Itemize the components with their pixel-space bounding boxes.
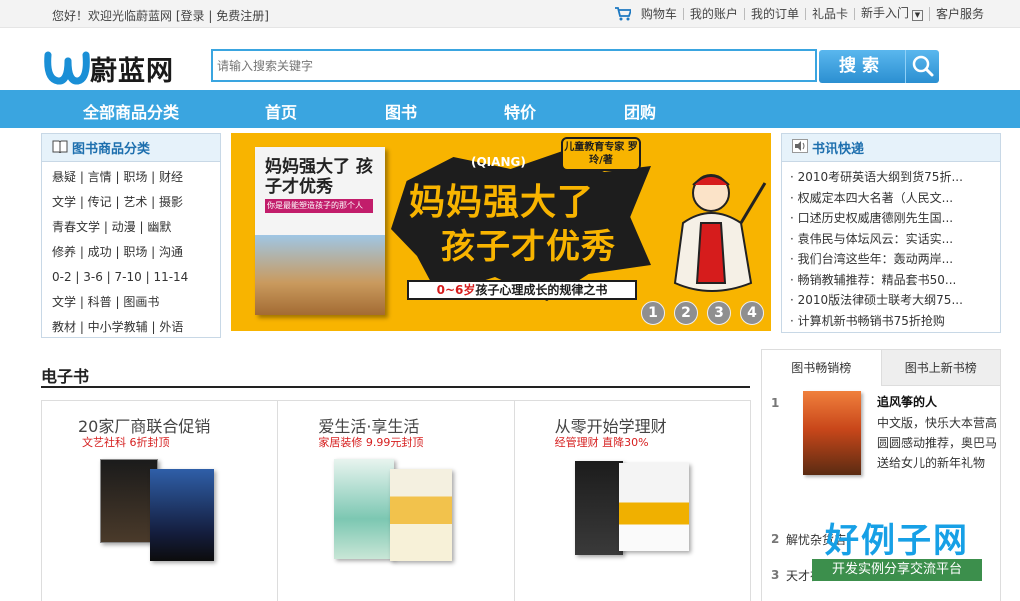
main-nav: 全部商品分类 首页 图书 特价 团购 — [0, 90, 1020, 128]
news-item[interactable]: · 权威定本四大名著（人民文... — [790, 188, 1000, 209]
site-logo[interactable]: 蔚蓝网 — [44, 48, 194, 88]
customer-service-link[interactable]: 客户服务 — [930, 8, 990, 20]
promo-book-cover — [390, 469, 453, 561]
rank-book-desc: 中文版，快乐大本营高圆圆感动推荐，奥巴马送给女儿的新年礼物 — [877, 416, 998, 470]
rank-number: 3 — [771, 568, 780, 582]
ebook-promo-card[interactable]: 20家厂商联合促销 文艺社科 6折封顶 — [42, 401, 279, 601]
my-orders-link[interactable]: 我的订单 — [745, 8, 806, 20]
panel-header: 图书商品分类 — [42, 134, 220, 162]
promo-book-cover — [150, 469, 214, 561]
search-box — [211, 49, 817, 82]
watermark-tagline: 开发实例分享交流平台 — [812, 559, 982, 581]
category-row[interactable]: 修养 | 成功 | 职场 | 沟通 — [42, 240, 220, 265]
banner-pager: 1 2 3 4 — [641, 301, 771, 325]
news-item[interactable]: · 计算机新书畅销书75折抢购 — [790, 311, 1000, 332]
banner-headline-1: 妈妈强大了 — [409, 182, 595, 223]
search-button[interactable]: 搜索 — [819, 50, 905, 83]
beginner-guide-link[interactable]: 新手入门 ▼ — [855, 7, 930, 21]
watermark-title: 好例子网 — [825, 521, 969, 561]
rank-tabs: 图书畅销榜 图书上新书榜 — [762, 350, 1000, 386]
news-item[interactable]: · 我们台湾这些年：轰动两岸... — [790, 249, 1000, 270]
panel-header: 书讯快递 — [782, 134, 1000, 162]
tab-bestsellers[interactable]: 图书畅销榜 — [762, 350, 882, 386]
category-row[interactable]: 文学 | 科普 | 图画书 — [42, 290, 220, 315]
news-panel: 书讯快递 · 2010考研英语大纲到货75折... · 权威定本四大名著（人民文… — [781, 133, 1001, 333]
welcome-text: 您好！欢迎光临蔚蓝网 — [52, 9, 173, 23]
category-row[interactable]: 青春文学 | 动漫 | 幽默 — [42, 215, 220, 240]
news-item[interactable]: · 口述历史权威唐德刚先生国... — [790, 208, 1000, 229]
register-link[interactable]: 免费注册] — [216, 9, 269, 23]
news-item[interactable]: · 畅销教辅推荐：精品套书50... — [790, 270, 1000, 291]
section-divider — [41, 386, 750, 388]
promo-subtitle: 文艺社科 6折封顶 — [82, 436, 170, 449]
category-row[interactable]: 0-2 | 3-6 | 7-10 | 11-14 — [42, 265, 220, 290]
rank-number: 1 — [771, 396, 780, 410]
cart-link[interactable]: 购物车 — [635, 8, 684, 20]
banner-cartoon-figure — [661, 163, 771, 303]
banner-pinyin: (QIANG) — [471, 155, 526, 169]
book-category-panel: 图书商品分类 悬疑 | 言情 | 职场 | 财经 文学 | 传记 | 艺术 | … — [41, 133, 221, 338]
nav-item-books[interactable]: 图书 — [385, 99, 417, 123]
all-categories-menu[interactable]: 全部商品分类 — [83, 99, 179, 123]
rank-number: 2 — [771, 532, 780, 546]
panel-title: 书讯快递 — [812, 142, 865, 157]
nav-item-specials[interactable]: 特价 — [504, 99, 536, 123]
banner-book-cover: 妈妈强大了 孩子才优秀 你是最能塑造孩子的那个人 — [255, 147, 385, 315]
promo-book-cover — [334, 459, 395, 559]
banner-tagline-age: 0~6岁 — [436, 283, 476, 297]
banner-author: 儿童教育专家 罗玲/著 — [561, 137, 641, 171]
logo-text: 蔚蓝网 — [90, 55, 174, 87]
my-account-link[interactable]: 我的账户 — [684, 8, 745, 20]
rank-book-cover[interactable] — [803, 391, 861, 475]
ebook-promo-card[interactable]: 从零开始学理财 经管理财 直降30% — [515, 401, 750, 601]
logo-mark-icon — [44, 49, 90, 87]
category-row[interactable]: 悬疑 | 言情 | 职场 | 财经 — [42, 165, 220, 190]
promo-banner[interactable]: 妈妈强大了 孩子才优秀 你是最能塑造孩子的那个人 (QIANG) 儿童教育专家 … — [231, 133, 771, 331]
promo-book-cover — [618, 463, 689, 551]
cart-icon[interactable] — [614, 7, 633, 21]
banner-tagline-text: 孩子心理成长的规律之书 — [475, 283, 608, 297]
gift-card-link[interactable]: 礼品卡 — [806, 8, 855, 20]
banner-book-title: 妈妈强大了 孩子才优秀 — [265, 157, 373, 197]
banner-dot-1[interactable]: 1 — [641, 301, 665, 325]
tab-new-books[interactable]: 图书上新书榜 — [881, 350, 1000, 386]
news-list: · 2010考研英语大纲到货75折... · 权威定本四大名著（人民文... ·… — [782, 162, 1000, 331]
watermark-logo: 好例子网 开发实例分享交流平台 — [812, 513, 982, 589]
news-item[interactable]: · 2010版法律硕士联考大纲75... — [790, 290, 1000, 311]
search-input[interactable] — [213, 51, 815, 80]
category-row[interactable]: 文学 | 传记 | 艺术 | 摄影 — [42, 190, 220, 215]
rank-book-title[interactable]: 追风筝的人 — [877, 393, 937, 410]
speaker-icon — [792, 139, 808, 156]
top-bar: 您好！欢迎光临蔚蓝网 [登录 | 免费注册] 购物车 我的账户 我的订单 礼品卡… — [0, 0, 1020, 28]
banner-headline-2: 孩子才优秀 — [441, 227, 616, 267]
banner-book-subtitle: 你是最能塑造孩子的那个人 — [265, 199, 373, 213]
banner-tagline: 0~6岁孩子心理成长的规律之书 — [407, 280, 637, 300]
chevron-down-icon[interactable]: ▼ — [911, 10, 923, 21]
ebook-section-title: 电子书 — [41, 367, 90, 386]
top-links: 购物车 我的账户 我的订单 礼品卡 新手入门 ▼ 客户服务 — [614, 7, 990, 21]
login-link[interactable]: [登录 — [176, 9, 205, 23]
nav-item-home[interactable]: 首页 — [265, 99, 297, 123]
banner-dot-4[interactable]: 4 — [740, 301, 764, 325]
welcome-message: 您好！欢迎光临蔚蓝网 [登录 | 免费注册] — [52, 9, 269, 23]
category-row[interactable]: 教材 | 中小学教辅 | 外语 — [42, 315, 220, 340]
search-icon[interactable] — [905, 50, 939, 83]
promo-subtitle: 家居装修 9.99元封顶 — [318, 436, 424, 449]
book-icon — [52, 140, 68, 156]
beginner-guide-label: 新手入门 — [860, 6, 909, 20]
ebook-grid: 20家厂商联合促销 文艺社科 6折封顶 爱生活·享生活 家居装修 9.99元封顶… — [41, 400, 751, 601]
banner-book-photo — [255, 235, 385, 315]
news-item[interactable]: · 2010考研英语大纲到货75折... — [790, 167, 1000, 188]
panel-title: 图书商品分类 — [72, 142, 151, 157]
promo-book-cover — [574, 461, 623, 555]
news-item[interactable]: · 袁伟民与体坛风云：实话实... — [790, 229, 1000, 250]
promo-subtitle: 经管理财 直降30% — [554, 436, 649, 449]
ebook-promo-card[interactable]: 爱生活·享生活 家居装修 9.99元封顶 — [278, 401, 515, 601]
banner-dot-2[interactable]: 2 — [674, 301, 698, 325]
nav-item-group-buy[interactable]: 团购 — [624, 99, 656, 123]
banner-dot-3[interactable]: 3 — [707, 301, 731, 325]
